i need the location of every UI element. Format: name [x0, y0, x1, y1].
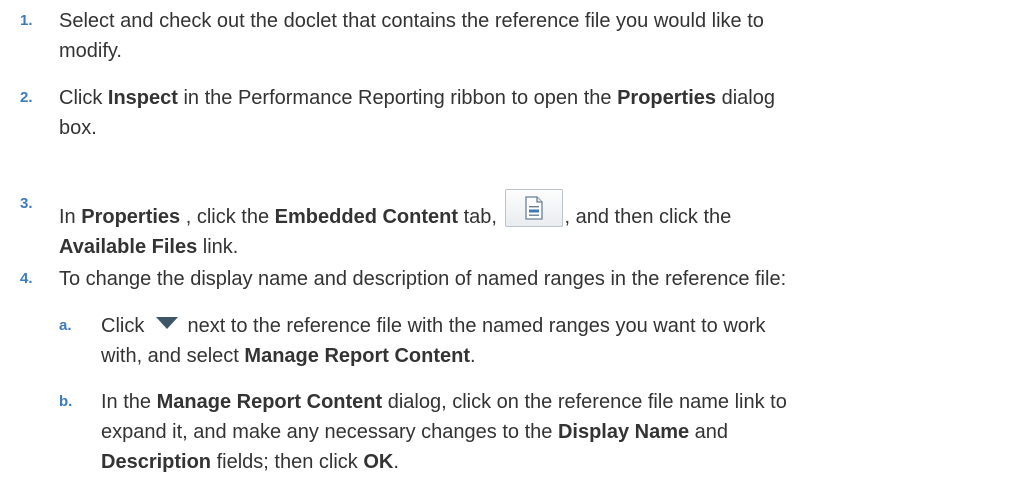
- text-run: link.: [197, 236, 239, 258]
- substep-text: Click next to the reference file with th…: [101, 311, 1014, 371]
- ok-label: OK: [363, 451, 394, 473]
- step-text: To change the display name and descripti…: [59, 268, 787, 290]
- text-run: Click: [101, 315, 150, 337]
- text-run: expand it, and make any necessary change…: [101, 421, 558, 443]
- substep-letter: a.: [59, 317, 72, 334]
- step-number: 4.: [20, 270, 33, 287]
- embedded-content-label: Embedded Content: [274, 206, 459, 228]
- text-run: dialog: [716, 87, 775, 109]
- text-run: fields; then click: [211, 451, 364, 473]
- step-text: Click Inspect in the Performance Reporti…: [59, 83, 1014, 143]
- properties-label: Properties: [617, 87, 717, 109]
- step-text: Select and check out the doclet that con…: [59, 6, 1014, 66]
- inspect-label: Inspect: [107, 87, 178, 109]
- substep-text: In the Manage Report Content dialog, cli…: [101, 387, 1014, 477]
- text-run: In: [59, 206, 82, 228]
- properties-label: Properties: [81, 206, 181, 228]
- step-line: with, and select Manage Report Content.: [101, 341, 1014, 371]
- text-run: Click: [59, 87, 108, 109]
- step-number: 3.: [20, 195, 33, 212]
- manage-report-content-label: Manage Report Content: [156, 391, 383, 413]
- step-line: Description fields; then click OK.: [101, 447, 1014, 477]
- substep-letter: b.: [59, 393, 73, 410]
- step-line: In the Manage Report Content dialog, cli…: [101, 387, 1014, 417]
- step-line: expand it, and make any necessary change…: [101, 417, 1014, 447]
- text-run: with, and select: [101, 345, 245, 367]
- description-label: Description: [101, 451, 212, 473]
- step-line: Click Inspect in the Performance Reporti…: [59, 83, 1014, 113]
- manage-report-content-label: Manage Report Content: [244, 345, 470, 367]
- text-run: dialog, click on the reference file name…: [382, 391, 787, 413]
- step-number: 2.: [20, 89, 33, 106]
- display-name-label: Display Name: [557, 421, 690, 443]
- text-run: in the Performance Reporting ribbon to o…: [177, 87, 618, 109]
- step-line: modify.: [59, 40, 122, 62]
- text-run: tab,: [458, 206, 503, 228]
- text-run: , click the: [180, 206, 275, 228]
- text-run: .: [469, 345, 476, 367]
- step-line: box.: [59, 117, 97, 139]
- step-line: Available Files link.: [59, 232, 1014, 262]
- text-run: In the: [101, 391, 157, 413]
- available-files-label: Available Files: [59, 236, 198, 258]
- text-run: .: [393, 451, 399, 473]
- step-number: 1.: [20, 12, 33, 29]
- text-run: and: [689, 421, 729, 443]
- step-text: In Properties , click the Embedded Conte…: [59, 189, 1014, 262]
- embedded-content-icon: [504, 189, 563, 227]
- step-line: Select and check out the doclet that con…: [59, 10, 764, 32]
- step-line: In Properties , click the Embedded Conte…: [59, 189, 1014, 232]
- text-run: , and then click the: [564, 206, 732, 228]
- step-line: Click next to the reference file with th…: [101, 311, 1014, 341]
- text-run: next to the reference file with the name…: [181, 315, 766, 337]
- dropdown-arrow-icon: [155, 317, 178, 329]
